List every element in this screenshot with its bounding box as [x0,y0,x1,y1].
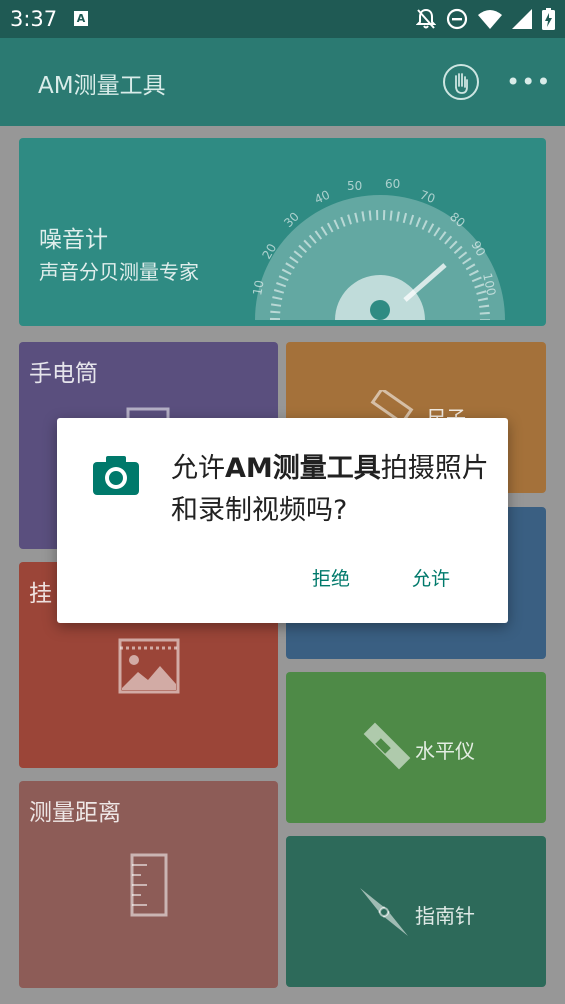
hand-gesture-button[interactable] [443,64,479,100]
dial-tick-label: 10 [250,279,266,296]
app-bar: AM测量工具 ••• [0,38,565,126]
dial-tick-label: 50 [347,179,362,193]
noise-meter-subtitle: 声音分贝测量专家 [39,260,199,284]
status-time: 3:37 [10,7,58,31]
dial-tick-label: 40 [312,188,332,207]
status-icons [416,6,555,32]
status-bar: 3:37 A [0,0,565,38]
wifi-icon [478,10,502,29]
spirit-level-icon [363,722,411,770]
hang-picture-title: 挂 [29,581,52,607]
deny-button[interactable]: 拒绝 [312,564,350,591]
battery-charging-icon [542,8,555,30]
distance-card[interactable]: 测量距离 [19,781,278,988]
picture-icon [118,638,180,694]
camera-permission-dialog: 允许AM测量工具拍摄照片和录制视频吗? 拒绝 允许 [57,418,508,623]
msg-app-name: AM测量工具 [225,453,381,484]
more-options-button[interactable]: ••• [506,68,551,96]
dial-tick-label: 60 [385,177,400,191]
do-not-disturb-icon [446,8,468,30]
distance-title: 测量距离 [29,800,121,826]
compass-label: 指南针 [415,904,475,928]
flashlight-title: 手电筒 [29,361,98,387]
camera-icon [93,456,139,495]
compass-card[interactable]: 指南针 [286,836,546,987]
compass-icon [360,888,408,936]
msg-prefix: 允许 [171,453,225,484]
permission-message: 允许AM测量工具拍摄照片和录制视频吗? [171,448,489,532]
ruler-vertical-icon [130,853,168,917]
notifications-off-icon [416,8,436,29]
allow-button[interactable]: 允许 [412,564,450,591]
level-label: 水平仪 [415,739,475,763]
level-card[interactable]: 水平仪 [286,672,546,823]
signal-icon [512,9,532,29]
hand-icon [455,73,468,94]
decibel-dial-icon: 10 20 30 40 50 60 70 80 90 100 [250,177,505,321]
noise-meter-card[interactable]: 噪音计 声音分贝测量专家 10 20 30 40 50 60 70 80 90 … [19,138,546,326]
app-title: AM测量工具 [38,73,166,99]
keyboard-notification-icon: A [74,11,88,26]
noise-meter-title: 噪音计 [39,227,108,253]
